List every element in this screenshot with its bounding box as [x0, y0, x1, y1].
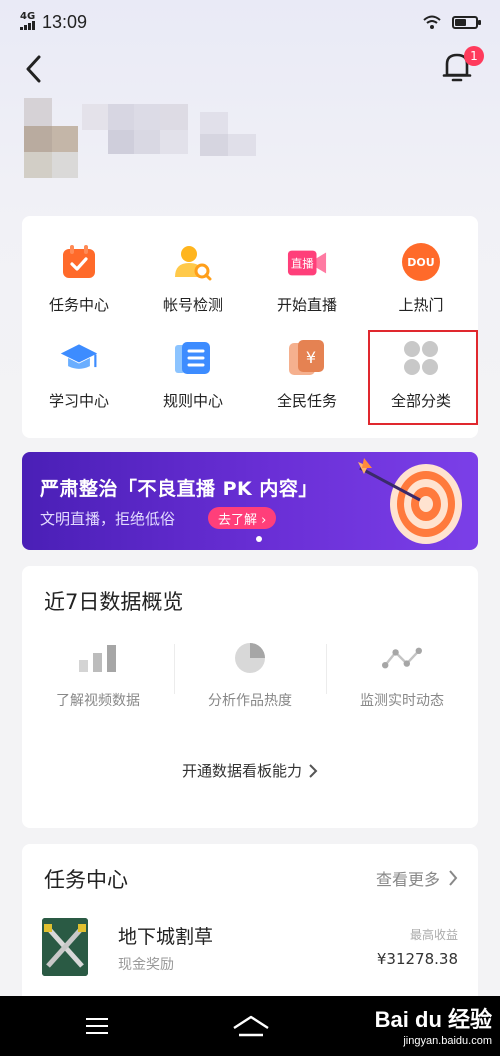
graduation-cap-icon — [59, 338, 99, 378]
pie-chart-icon — [230, 640, 270, 676]
svg-text:直播: 直播 — [291, 257, 314, 271]
profile-avatar-blurred — [24, 98, 284, 178]
tool-learning-center[interactable]: 学习中心 — [22, 338, 136, 420]
system-nav-bar: Bai du 经验 jingyan.baidu.com — [0, 996, 500, 1056]
promo-banner[interactable]: 严肃整治「不良直播 PK 内容」 文明直播，拒绝低俗 去了解 › — [22, 452, 478, 550]
live-camera-icon: 直播 — [287, 242, 327, 282]
battery-icon — [452, 15, 481, 29]
back-arrow-icon — [26, 55, 41, 83]
signal-bars-icon — [20, 21, 35, 30]
chevron-right-icon — [449, 870, 458, 886]
banner-subtitle: 文明直播，拒绝低俗 — [40, 510, 176, 528]
task-thumbnail — [42, 918, 88, 976]
wifi-icon — [423, 15, 441, 29]
data-overview-title: 近7日数据概览 — [44, 590, 184, 614]
carousel-dot — [256, 536, 262, 542]
chevron-right-icon — [309, 763, 318, 778]
target-dart-icon — [358, 458, 462, 544]
task-reward-type: 现金奖励 — [118, 957, 174, 973]
account-search-icon — [173, 242, 213, 282]
open-dashboard-link[interactable]: 开通数据看板能力 — [22, 760, 478, 781]
tool-go-trending[interactable]: DOU 上热门 — [364, 242, 478, 324]
status-bar: 4G 13:09 — [0, 0, 500, 44]
dou-plus-icon: DOU — [401, 242, 441, 282]
battery-level — [455, 18, 466, 26]
task-row[interactable]: 地下城割草 现金奖励 最高收益 ¥31278.38 — [42, 916, 458, 976]
clock: 13:09 — [42, 11, 88, 32]
highlight-annotation-box — [368, 330, 478, 425]
task-center-title: 任务中心 — [44, 868, 128, 892]
data-item-video[interactable]: 了解视频数据 — [22, 640, 174, 710]
banner-learn-more-button[interactable]: 去了解 › — [208, 507, 277, 529]
calendar-check-icon — [59, 242, 99, 282]
tool-start-live[interactable]: 直播 开始直播 — [250, 242, 364, 324]
task-name: 地下城割草 — [118, 926, 214, 948]
back-button[interactable] — [18, 52, 48, 86]
banner-title: 严肃整治「不良直播 PK 内容」 — [40, 478, 318, 500]
tool-account-check[interactable]: 帐号检测 — [136, 242, 250, 324]
data-overview-card: 近7日数据概览 了解视频数据 分析作品热度 监测实时动态 开通数据看板能力 — [22, 566, 478, 828]
tool-task-center[interactable]: 任务中心 — [22, 242, 136, 324]
data-item-realtime[interactable]: 监测实时动态 — [326, 640, 478, 710]
bar-chart-icon — [78, 640, 118, 676]
earn-label: 最高收益 — [409, 928, 458, 942]
notification-button[interactable]: 1 — [442, 46, 484, 88]
line-trend-icon — [382, 640, 422, 676]
yuan-card-icon: ¥ — [287, 338, 327, 378]
baidu-watermark: Bai du 经验 jingyan.baidu.com — [374, 1007, 492, 1047]
signal-indicator: 4G — [20, 12, 36, 32]
rules-book-icon — [173, 338, 213, 378]
earn-value: ¥31278.38 — [376, 950, 458, 968]
notification-badge: 1 — [464, 46, 484, 66]
view-more-link[interactable]: 查看更多 — [376, 866, 458, 890]
menu-icon[interactable] — [86, 1018, 108, 1034]
svg-text:¥: ¥ — [306, 348, 316, 367]
tool-rules-center[interactable]: 规则中心 — [136, 338, 250, 420]
data-item-heat[interactable]: 分析作品热度 — [174, 640, 326, 710]
home-icon[interactable] — [232, 1014, 270, 1038]
tool-public-tasks[interactable]: ¥ 全民任务 — [250, 338, 364, 420]
svg-text:DOU: DOU — [407, 256, 434, 269]
crossed-swords-icon — [42, 918, 88, 976]
nav-bar: 1 — [0, 44, 500, 96]
